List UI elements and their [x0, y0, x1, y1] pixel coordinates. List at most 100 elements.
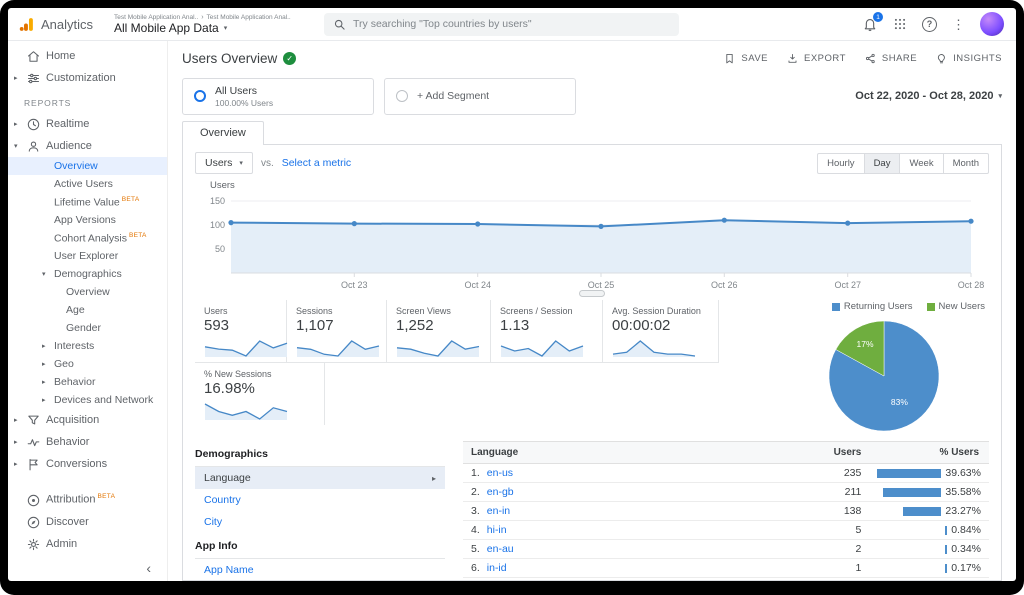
- language-link-en-au[interactable]: en-au: [487, 543, 514, 555]
- caret-down-icon: ▾: [239, 160, 243, 167]
- admin-icon: [26, 537, 46, 552]
- select-metric-link[interactable]: Select a metric: [282, 157, 351, 169]
- sidebar-reports-label: REPORTS: [24, 98, 72, 108]
- language-link-en-in[interactable]: en-in: [487, 505, 510, 517]
- dimension-language[interactable]: Language ▸: [195, 467, 445, 489]
- scorecard-new-sessions[interactable]: % New Sessions 16.98%: [195, 363, 325, 425]
- sidebar-item-customization[interactable]: ▸ Customization: [8, 67, 167, 89]
- scorecard-screen-views[interactable]: Screen Views 1,252: [387, 300, 491, 362]
- language-link-en-us[interactable]: en-us: [487, 467, 513, 479]
- main-content: Users Overview ✓ SAVE EXPORT SHARE INSIG…: [168, 41, 1016, 581]
- export-icon: [786, 52, 799, 65]
- dimension-app-name[interactable]: App Name: [195, 559, 445, 580]
- dimension-city[interactable]: City: [195, 511, 445, 533]
- language-table-wrap: Language Users % Users 1. en-us 235 39.63% 2…: [445, 441, 1001, 580]
- granularity-day-button[interactable]: Day: [864, 152, 901, 174]
- sidebar-item-geo[interactable]: ▸ Geo: [8, 355, 167, 373]
- chevron-right-icon: ▸: [42, 343, 46, 350]
- sidebar-item-lifetime-value[interactable]: Lifetime Value BETA: [8, 193, 167, 211]
- sidebar-item-admin[interactable]: Admin: [8, 533, 167, 555]
- language-table-row: 7.mr-in10.17%: [463, 577, 989, 580]
- row-rank: 6.: [471, 562, 480, 574]
- pct-bar: [945, 563, 948, 573]
- breadcrumb-account[interactable]: Test Mobile Application Anal..: [114, 14, 198, 21]
- timeline-scrubber[interactable]: [579, 290, 605, 297]
- scorecard-value: 1,252: [396, 317, 434, 334]
- users-line-chart[interactable]: 50 100 150 Oct 23 Oct 24 Oct 25 Oct 26 Oct 27 Oc…: [195, 193, 989, 293]
- save-button[interactable]: SAVE: [723, 52, 768, 65]
- analytics-home-link[interactable]: Analytics: [18, 16, 110, 33]
- svg-text:83%: 83%: [891, 397, 908, 407]
- account-header: Test Mobile Application Anal.. › Test Mo…: [114, 14, 310, 35]
- sidebar-item-realtime[interactable]: ▸ Realtime: [8, 113, 167, 135]
- sidebar-item-behavior[interactable]: ▸ Behavior: [8, 373, 167, 391]
- tab-overview[interactable]: Overview: [182, 121, 264, 145]
- sidebar-item-interests[interactable]: ▸ Interests: [8, 337, 167, 355]
- granularity-month-button[interactable]: Month: [943, 152, 989, 174]
- svg-text:Oct 25: Oct 25: [588, 280, 615, 290]
- svg-text:Oct 24: Oct 24: [464, 280, 491, 290]
- sidebar-collapse-button[interactable]: ‹: [8, 559, 167, 581]
- granularity-toggle: Hourly Day Week Month: [817, 152, 989, 174]
- export-button[interactable]: EXPORT: [786, 52, 846, 65]
- sidebar-item-overview[interactable]: Overview: [8, 157, 167, 175]
- scorecard-sessions[interactable]: Sessions 1,107: [287, 300, 387, 362]
- sidebar-item-discover[interactable]: Discover: [8, 511, 167, 533]
- date-range-selector[interactable]: Oct 22, 2020 - Oct 28, 2020 ▾: [855, 90, 1002, 102]
- sidebar-item-conversions[interactable]: ▸ Conversions: [8, 453, 167, 475]
- scorecard-avg-session-duration[interactable]: Avg. Session Duration 00:00:02: [603, 300, 719, 362]
- language-link-hi-in[interactable]: hi-in: [487, 524, 507, 536]
- sidebar-item-home[interactable]: Home: [8, 45, 167, 67]
- sidebar-item-behavior[interactable]: ▸ Behavior: [8, 431, 167, 453]
- users-series-label: Users: [210, 180, 235, 191]
- sidebar-item-acquisition[interactable]: ▸ Acquisition: [8, 409, 167, 431]
- add-segment-button[interactable]: + Add Segment: [384, 77, 576, 115]
- notifications-button[interactable]: 1: [862, 12, 883, 32]
- chevron-right-icon: ▸: [42, 379, 46, 386]
- sidebar-item-cohort-analysis[interactable]: Cohort Analysis BETA: [8, 229, 167, 247]
- language-link-in-id[interactable]: in-id: [487, 562, 507, 574]
- share-button[interactable]: SHARE: [864, 52, 917, 65]
- language-table-row: 1. en-us 235 39.63%: [463, 463, 989, 483]
- scorecard-label: Avg. Session Duration: [612, 306, 701, 316]
- scorecard-label: % New Sessions: [204, 369, 272, 379]
- sidebar-item-devices-and-network[interactable]: ▸ Devices and Network: [8, 391, 167, 409]
- row-pct: 23.27%: [945, 505, 981, 517]
- row-users: 1: [811, 558, 870, 578]
- help-button[interactable]: ?: [922, 16, 937, 32]
- sidebar-item-user-explorer[interactable]: User Explorer: [8, 247, 167, 265]
- scorecard-screens-session[interactable]: Screens / Session 1.13: [491, 300, 603, 362]
- granularity-hourly-button[interactable]: Hourly: [817, 152, 865, 174]
- chevron-right-icon: ▸: [431, 473, 436, 483]
- user-type-pie-chart[interactable]: 83% 17%: [825, 317, 943, 435]
- sidebar-item-attribution[interactable]: Attribution BETA: [8, 489, 167, 511]
- metric-selector[interactable]: Users ▾: [195, 152, 253, 174]
- insights-button[interactable]: INSIGHTS: [935, 52, 1002, 65]
- segment-all-users[interactable]: All Users 100.00% Users: [182, 77, 374, 115]
- sidebar-item-demographics[interactable]: ▾ Demographics: [8, 265, 167, 283]
- sidebar-item-audience[interactable]: ▾ Audience: [8, 135, 167, 157]
- svg-text:Oct 27: Oct 27: [834, 280, 861, 290]
- dimension-list: Demographics Language ▸ Country City App Info…: [183, 441, 445, 580]
- more-options-button[interactable]: ⋮: [952, 18, 965, 31]
- avatar[interactable]: [980, 12, 1004, 36]
- breadcrumb-property[interactable]: Test Mobile Application Anal..: [207, 14, 291, 21]
- scorecards: Users 593 Sessions 1,107 Screen Views 1,252 Sc…: [195, 300, 719, 435]
- language-table-row: 5. en-au 2 0.34%: [463, 539, 989, 559]
- property-selector[interactable]: All Mobile App Data ▾: [114, 21, 310, 35]
- sidebar-item-gender[interactable]: Gender: [8, 319, 167, 337]
- realtime-icon: [26, 117, 46, 132]
- search-bar[interactable]: [324, 12, 679, 36]
- apps-grid-button[interactable]: [893, 17, 907, 31]
- sidebar-item-age[interactable]: Age: [8, 301, 167, 319]
- language-link-en-gb[interactable]: en-gb: [487, 486, 514, 498]
- search-input[interactable]: [353, 18, 670, 30]
- scorecard-users[interactable]: Users 593: [195, 300, 288, 362]
- granularity-week-button[interactable]: Week: [900, 152, 944, 174]
- dimension-country[interactable]: Country: [195, 489, 445, 511]
- svg-text:Oct 28: Oct 28: [958, 280, 985, 290]
- segment-title: All Users: [215, 84, 258, 97]
- sidebar-item-app-versions[interactable]: App Versions: [8, 211, 167, 229]
- sidebar-item-active-users[interactable]: Active Users: [8, 175, 167, 193]
- sidebar-item-overview[interactable]: Overview: [8, 283, 167, 301]
